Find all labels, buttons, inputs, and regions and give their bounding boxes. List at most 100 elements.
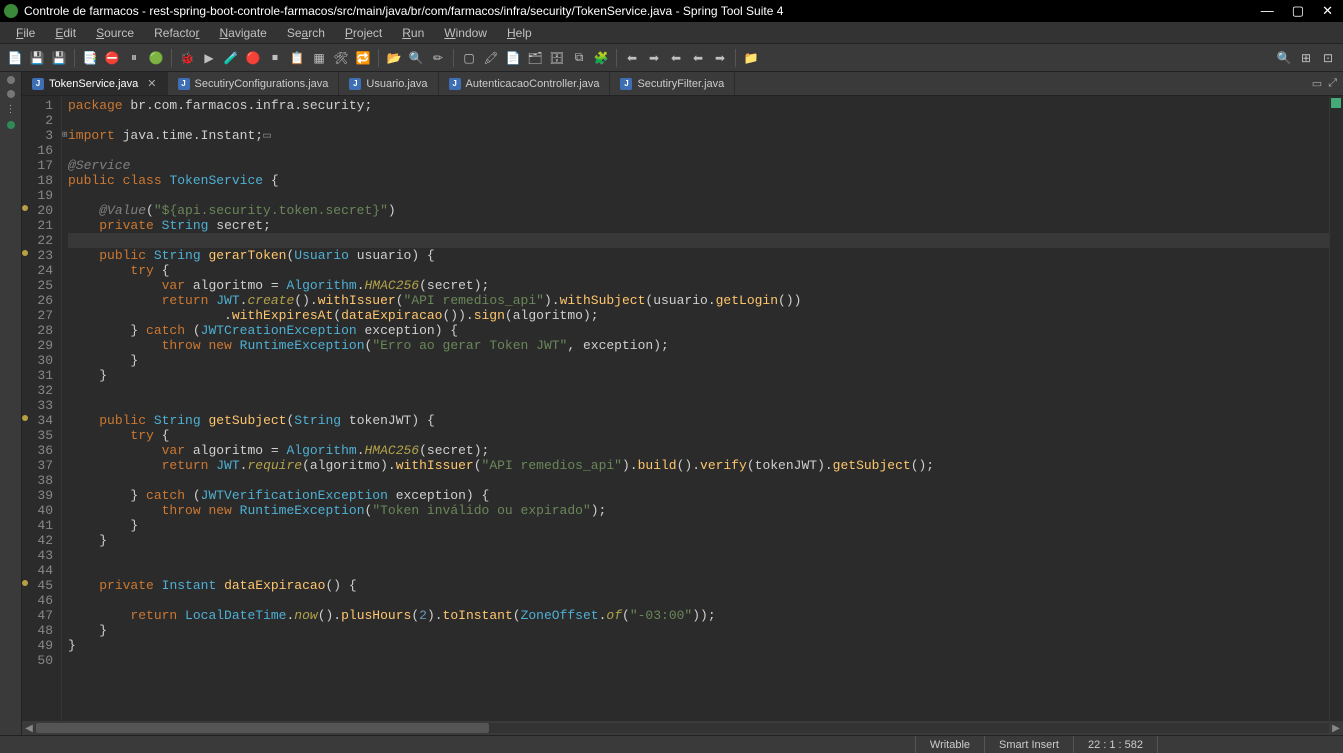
code-line[interactable]: public String getSubject(String tokenJWT… [68,413,1329,428]
tab-secutiryfilter-java[interactable]: JSecutiryFilter.java [610,72,735,95]
code-line[interactable]: return JWT.create().withIssuer("API reme… [68,293,1329,308]
toolbar-button[interactable]: ▦ [309,48,329,68]
close-button[interactable]: ✕ [1322,3,1333,19]
menu-search[interactable]: Search [277,24,335,42]
code-line[interactable] [68,143,1329,158]
minimize-button[interactable]: — [1261,3,1274,19]
code-line[interactable]: } [68,353,1329,368]
code-content[interactable]: package br.com.farmacos.infra.security; i… [62,96,1329,721]
code-line[interactable] [68,473,1329,488]
toolbar-button[interactable]: 🔁 [353,48,373,68]
menu-edit[interactable]: Edit [45,24,86,42]
menu-run[interactable]: Run [392,24,434,42]
tab-tokenservice-java[interactable]: JTokenService.java✕ [22,72,168,95]
toolbar-button[interactable]: ⧉ [569,48,589,68]
code-line[interactable]: public String gerarToken(Usuario usuario… [68,248,1329,263]
code-line[interactable]: } catch (JWTVerificationException except… [68,488,1329,503]
toolbar-button[interactable]: 📋 [287,48,307,68]
code-line[interactable]: @Value("${api.security.token.secret}") [68,203,1329,218]
code-line[interactable] [68,383,1329,398]
menu-source[interactable]: Source [86,24,144,42]
toolbar-right-button[interactable]: 🔍 [1274,48,1294,68]
code-line[interactable]: } [68,623,1329,638]
horizontal-scrollbar[interactable]: ◀ ▶ [22,721,1343,735]
tab-usuario-java[interactable]: JUsuario.java [339,72,438,95]
menu-navigate[interactable]: Navigate [209,24,276,42]
code-line[interactable] [68,593,1329,608]
code-line[interactable]: throw new RuntimeException("Token inváli… [68,503,1329,518]
toolbar-button[interactable]: ➡ [644,48,664,68]
scroll-track[interactable] [36,723,1329,733]
toolbar-button[interactable]: 🧪 [221,48,241,68]
menu-project[interactable]: Project [335,24,392,42]
toolbar-button[interactable]: ⏸ [124,48,144,68]
toolbar-button[interactable]: 💾 [27,48,47,68]
code-line[interactable]: private Instant dataExpiracao() { [68,578,1329,593]
toolbar-button[interactable]: ▢ [459,48,479,68]
maximize-view-icon[interactable]: ⤢ [1328,77,1337,90]
code-line[interactable]: try { [68,428,1329,443]
toolbar-button[interactable]: 🟢 [146,48,166,68]
menu-window[interactable]: Window [434,24,497,42]
code-line[interactable] [68,233,1329,248]
toolbar-button[interactable]: ⬅ [666,48,686,68]
code-line[interactable]: throw new RuntimeException("Erro ao gera… [68,338,1329,353]
code-line[interactable]: import java.time.Instant;▭ [68,128,1329,143]
code-line[interactable]: public class TokenService { [68,173,1329,188]
toolbar-button[interactable]: 💾 [49,48,69,68]
code-line[interactable]: @Service [68,158,1329,173]
toolbar-button[interactable]: 📄 [5,48,25,68]
toolbar-button[interactable]: 🗂 [525,48,545,68]
code-line[interactable] [68,548,1329,563]
menu-refactor[interactable]: Refactor [144,24,209,42]
restore-icon[interactable]: ▭ [1312,77,1322,90]
toolbar-button[interactable]: ⏹ [265,48,285,68]
code-line[interactable]: private String secret; [68,218,1329,233]
tab-autenticacaocontroller-java[interactable]: JAutenticacaoController.java [439,72,611,95]
toolbar-button[interactable]: 🔍 [406,48,426,68]
toolbar-button[interactable]: 🗄 [547,48,567,68]
scroll-right-icon[interactable]: ▶ [1329,723,1343,734]
code-line[interactable]: try { [68,263,1329,278]
overview-ruler[interactable] [1329,96,1343,721]
toolbar-button[interactable]: 📑 [80,48,100,68]
menu-file[interactable]: File [6,24,45,42]
toolbar-button[interactable]: ⬅ [622,48,642,68]
scroll-left-icon[interactable]: ◀ [22,723,36,734]
code-line[interactable] [68,653,1329,668]
code-line[interactable]: } [68,638,1329,653]
code-line[interactable] [68,398,1329,413]
toolbar-button[interactable]: ➡ [710,48,730,68]
toolbar-button[interactable]: 🔴 [243,48,263,68]
code-line[interactable]: .withExpiresAt(dataExpiracao()).sign(alg… [68,308,1329,323]
code-line[interactable]: } [68,518,1329,533]
code-line[interactable]: var algoritmo = Algorithm.HMAC256(secret… [68,278,1329,293]
scroll-thumb[interactable] [36,723,489,733]
code-line[interactable]: } catch (JWTCreationException exception)… [68,323,1329,338]
code-line[interactable]: package br.com.farmacos.infra.security; [68,98,1329,113]
code-line[interactable] [68,563,1329,578]
toolbar-button[interactable]: ⬅ [688,48,708,68]
code-line[interactable]: } [68,533,1329,548]
tab-secutiryconfigurations-java[interactable]: JSecutiryConfigurations.java [168,72,340,95]
code-line[interactable]: return JWT.require(algoritmo).withIssuer… [68,458,1329,473]
toolbar-right-button[interactable]: ⊞ [1296,48,1316,68]
toolbar-button[interactable]: 🧩 [591,48,611,68]
maximize-button[interactable]: ▢ [1292,3,1304,19]
toolbar-button[interactable]: ⛔ [102,48,122,68]
code-editor[interactable]: 123⊞161718192021222324252627282930313233… [22,96,1343,721]
toolbar-right-button[interactable]: ⊡ [1318,48,1338,68]
toolbar-button[interactable]: 🐞 [177,48,197,68]
toolbar-button[interactable]: ▶ [199,48,219,68]
toolbar-button[interactable]: 🛠 [331,48,351,68]
toolbar-button[interactable]: 📄 [503,48,523,68]
menu-help[interactable]: Help [497,24,542,42]
code-line[interactable]: var algoritmo = Algorithm.HMAC256(secret… [68,443,1329,458]
code-line[interactable]: return LocalDateTime.now().plusHours(2).… [68,608,1329,623]
toolbar-button[interactable]: 🖍 [481,48,501,68]
close-tab-icon[interactable]: ✕ [147,77,156,90]
code-line[interactable] [68,188,1329,203]
code-line[interactable]: } [68,368,1329,383]
code-line[interactable] [68,113,1329,128]
toolbar-button[interactable]: ✏ [428,48,448,68]
